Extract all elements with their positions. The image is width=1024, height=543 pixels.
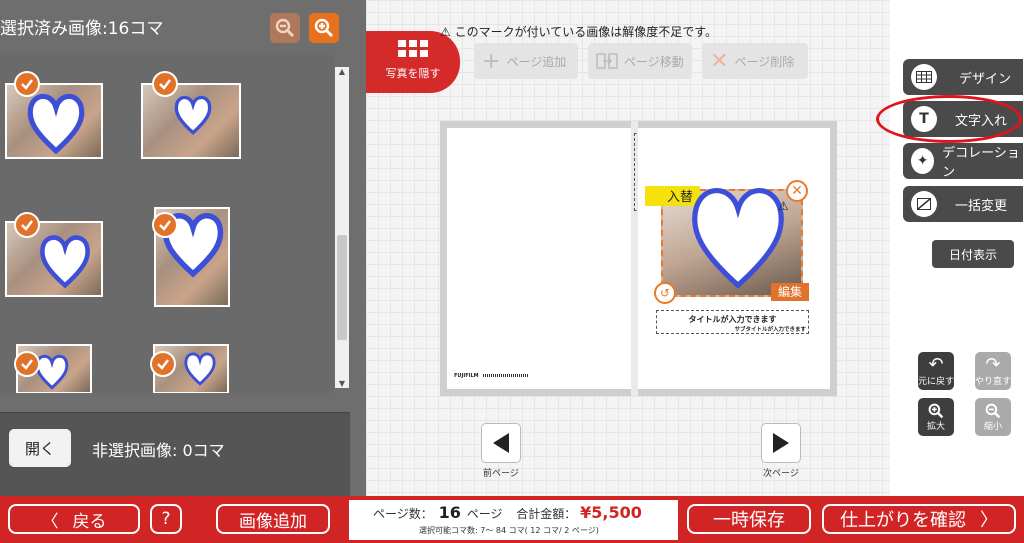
checkmark-icon — [152, 71, 178, 97]
title-placeholder: タイトルが入力できます — [688, 315, 777, 324]
zoom-out-icon — [275, 18, 295, 38]
page-unit: ページ — [466, 507, 503, 521]
delete-page-button[interactable]: ✕ ページ削除 — [702, 43, 808, 79]
checkmark-icon — [150, 351, 176, 377]
zoom-out-label: 縮小 — [983, 421, 1002, 432]
bulk-change-label: 一括変更 — [955, 198, 1008, 214]
total-price: ¥5,500 — [580, 503, 642, 522]
help-button[interactable]: ? — [150, 504, 182, 534]
remove-photo-icon[interactable]: ✕ — [786, 180, 808, 202]
heart-doodle-icon — [184, 352, 216, 386]
resolution-warning-text: このマークが付いている画像は解像度不足です。 — [454, 25, 718, 39]
price-summary: ページ数： 16 ページ 合計金額： ¥5,500 選択可能コマ数: 7～ 84… — [349, 500, 678, 540]
heart-doodle-icon — [692, 188, 784, 289]
heart-doodle-icon — [40, 235, 90, 289]
thumbnail-zoom-out-button[interactable] — [270, 13, 300, 43]
add-page-button[interactable]: + ページ追加 — [474, 43, 578, 79]
zoom-in-label: 拡大 — [926, 421, 945, 432]
low-resolution-warning-icon: ⚠ — [778, 199, 789, 213]
hide-photos-label: 写真を隠す — [385, 67, 441, 80]
add-page-label: ページ追加 — [506, 54, 567, 69]
move-page-label: ページ移動 — [624, 54, 684, 69]
date-display-button[interactable]: 日付表示 — [932, 240, 1014, 268]
hide-photos-button[interactable]: 写真を隠す — [366, 31, 460, 93]
design-grid-icon — [911, 64, 937, 90]
title-text-box[interactable]: タイトルが入力できます サブタイトルが入力できます — [656, 310, 809, 334]
total-label: 合計金額： — [516, 507, 577, 521]
photo-thumbnail[interactable] — [141, 83, 241, 159]
checkmark-icon — [152, 212, 178, 238]
move-page-button[interactable]: ページ移動 — [588, 43, 692, 79]
add-image-button[interactable]: 画像追加 — [216, 504, 330, 534]
back-button[interactable]: 〈 戻る — [8, 504, 140, 534]
decoration-label: デコレーション — [942, 146, 1020, 180]
redo-icon: ↷ — [985, 353, 1001, 375]
back-label: 戻る — [72, 511, 107, 532]
undo-icon: ↶ — [928, 353, 944, 375]
edit-photo-button[interactable]: 編集 — [771, 283, 809, 301]
checkmark-icon — [14, 212, 40, 238]
prev-page-button[interactable] — [481, 423, 521, 463]
close-icon: ✕ — [710, 48, 729, 74]
left-page[interactable]: FUJIFILM — [440, 121, 638, 396]
scroll-up-icon[interactable]: ▲ — [335, 67, 349, 76]
heart-doodle-icon — [27, 93, 85, 155]
open-unselected-button[interactable]: 開く — [9, 429, 71, 467]
barcode — [483, 374, 529, 377]
next-page-button[interactable] — [761, 423, 801, 463]
move-page-icon — [596, 53, 618, 69]
canvas-zoom-in-button[interactable]: 拡大 — [918, 398, 954, 436]
confirm-label: 仕上がりを確認 — [840, 510, 966, 531]
confirm-finish-button[interactable]: 仕上がりを確認 〉 — [822, 504, 1016, 534]
right-page[interactable]: 入替 ✕ ⚠ ↺ 編集 タイトルが入力できます サブタイトルが入力できます — [638, 121, 837, 396]
prev-page-label: 前ページ — [483, 469, 519, 479]
bulk-change-icon — [911, 191, 937, 217]
grid-icon — [398, 40, 428, 57]
unselected-images-label: 非選択画像: 0コマ — [92, 441, 225, 460]
bulk-change-button[interactable]: 一括変更 — [903, 186, 1023, 222]
plus-icon: + — [482, 48, 501, 74]
checkmark-icon — [14, 71, 40, 97]
redo-button[interactable]: ↷ やり直す — [975, 352, 1011, 390]
rotate-icon[interactable]: ↺ — [654, 282, 676, 304]
page-count-label: ページ数： — [373, 507, 433, 521]
thumbnail-grid — [0, 55, 334, 393]
temp-save-button[interactable]: 一時保存 — [687, 504, 811, 534]
brand-logo: FUJIFILM — [454, 373, 479, 379]
triangle-right-icon — [773, 433, 789, 453]
selectable-count-info: 選択可能コマ数: 7～ 84 コマ( 12 コマ/ 2 ページ) — [419, 526, 599, 535]
zoom-out-icon — [985, 403, 1001, 418]
scrollbar-thumb[interactable] — [337, 235, 347, 340]
design-button[interactable]: デザイン — [903, 59, 1023, 95]
redo-label: やり直す — [975, 376, 1012, 387]
delete-page-label: ページ削除 — [734, 54, 795, 69]
next-page-label: 次ページ — [763, 469, 799, 479]
zoom-in-icon — [928, 403, 944, 418]
design-label: デザイン — [959, 71, 1012, 87]
warning-icon: ⚠ — [440, 25, 451, 39]
decoration-button[interactable]: ✦ デコレーション — [903, 143, 1023, 180]
chevron-right-icon: 〉 — [980, 510, 998, 531]
undo-label: 元に戻す — [918, 376, 955, 387]
scroll-down-icon[interactable]: ▼ — [335, 379, 349, 388]
resolution-warning: ⚠ このマークが付いている画像は解像度不足です。 — [440, 23, 717, 40]
triangle-left-icon — [493, 433, 509, 453]
thumbnail-zoom-in-button[interactable] — [309, 13, 339, 43]
heart-doodle-icon — [174, 95, 212, 135]
zoom-in-icon — [314, 18, 334, 38]
undo-button[interactable]: ↶ 元に戻す — [918, 352, 954, 390]
highlight-annotation-circle — [876, 95, 1022, 143]
sparkle-icon: ✦ — [911, 148, 935, 174]
canvas-zoom-out-button[interactable]: 縮小 — [975, 398, 1011, 436]
selected-images-title: 選択済み画像:16コマ — [0, 19, 164, 39]
chevron-left-icon: 〈 — [41, 511, 59, 532]
page-count-value: 16 — [438, 503, 461, 522]
subtitle-placeholder: サブタイトルが入力できます — [734, 327, 806, 333]
checkmark-icon — [14, 351, 40, 377]
